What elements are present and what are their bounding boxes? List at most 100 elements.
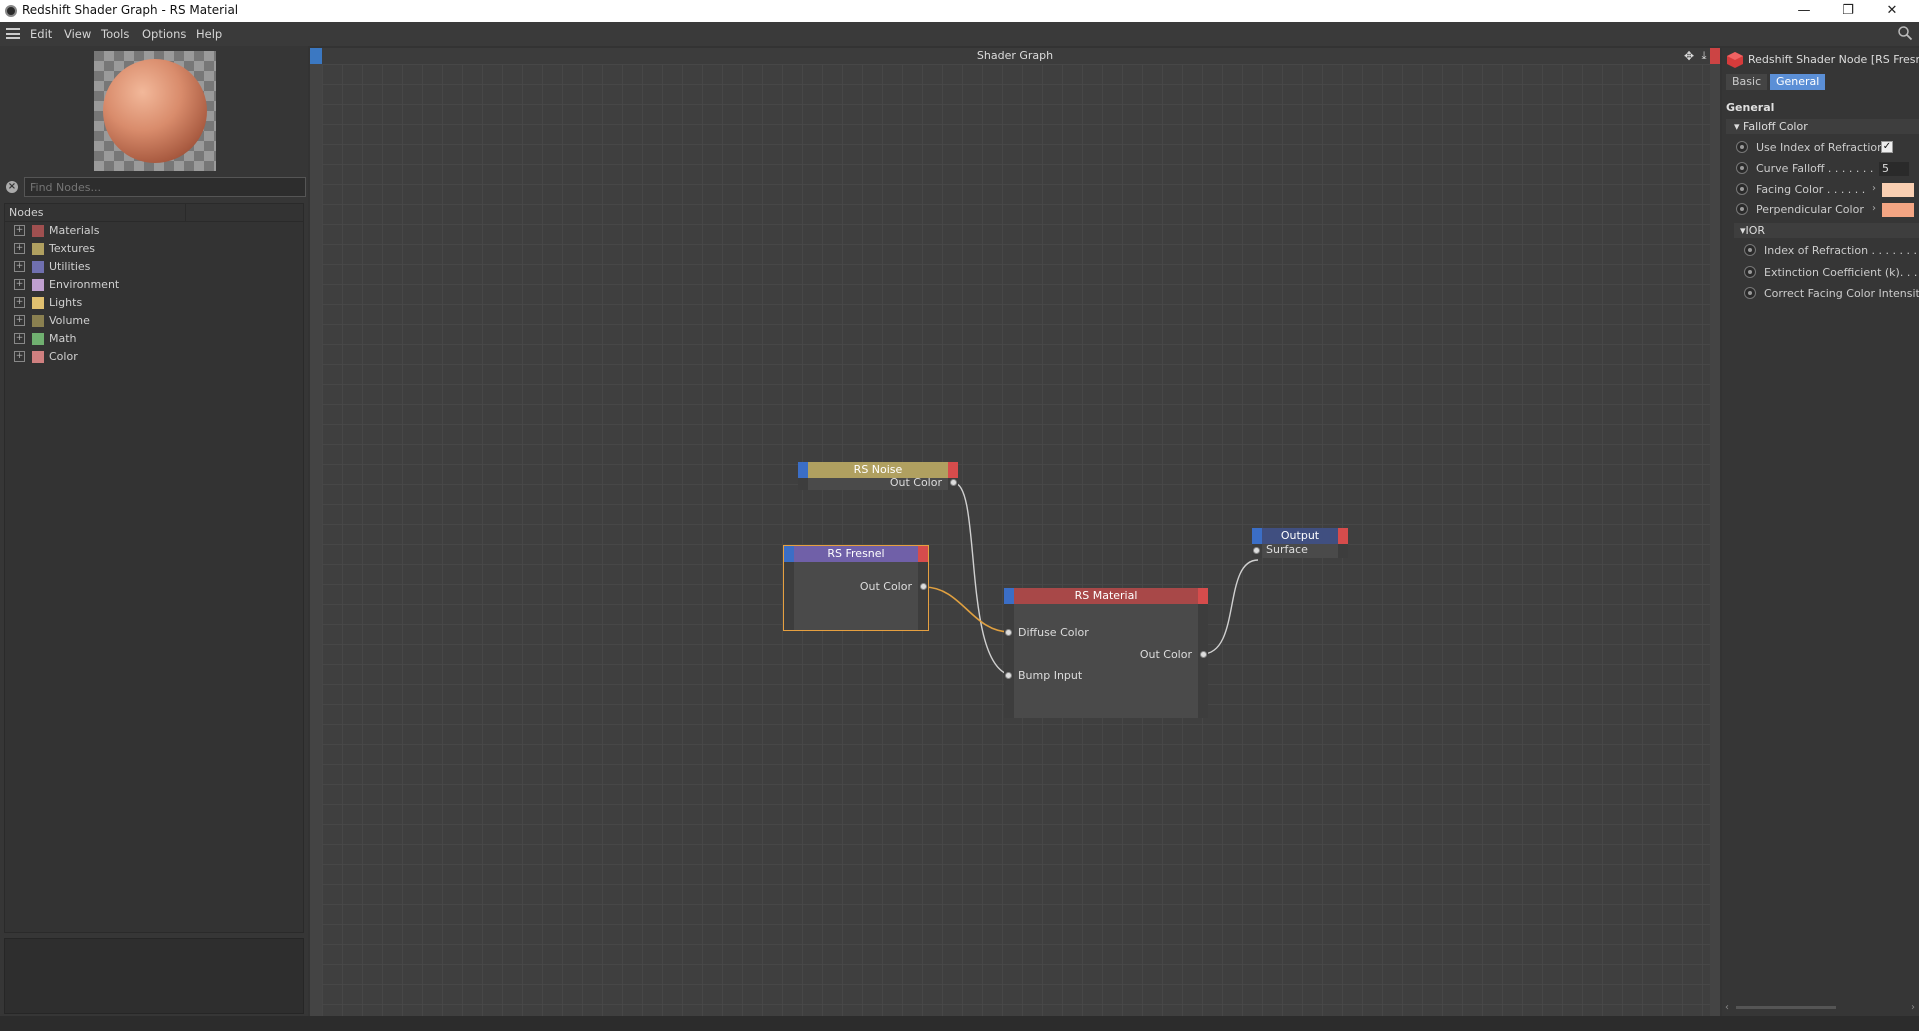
tree-item-color[interactable]: + Color [5,348,303,366]
expand-icon[interactable]: + [14,261,25,272]
tree-item-label: Utilities [49,260,91,273]
tree-item-environment[interactable]: + Environment [5,276,303,294]
curve-falloff-input[interactable]: 5 [1879,162,1909,176]
perp-color-animate-icon[interactable] [1736,203,1748,215]
category-color-icon [32,225,44,237]
node-rs-noise[interactable]: RS Noise Out Color [798,462,958,490]
node-rs-material[interactable]: RS Material Diffuse Color Bump Input Out… [1004,588,1208,718]
correct-facing-animate-icon[interactable] [1744,287,1756,299]
graph-title: Shader Graph [976,49,1054,62]
tree-item-lights[interactable]: + Lights [5,294,303,312]
node-output[interactable]: Output Surface [1252,528,1348,558]
minimize-button[interactable]: — [1782,1,1826,21]
facing-color-swatch[interactable] [1882,183,1914,197]
noise-out-port[interactable] [950,479,957,486]
node-rs-noise-title: RS Noise [853,463,903,476]
category-color-icon [32,297,44,309]
tree-item-textures[interactable]: + Textures [5,240,303,258]
perp-color-expand-icon[interactable]: › [1872,203,1876,214]
pin-icon[interactable]: ⤓ [1698,49,1710,63]
wire-material-to-output [1201,559,1259,655]
graph-tab-handle[interactable] [310,48,322,64]
fresnel-out-label: Out Color [859,580,912,593]
search-icon[interactable] [1897,25,1913,41]
find-nodes-input[interactable] [24,177,306,197]
tree-item-utilities[interactable]: + Utilities [5,258,303,276]
node-output-title: Output [1280,529,1320,542]
facing-color-animate-icon[interactable] [1736,183,1748,195]
material-preview[interactable] [94,51,216,171]
shader-graph-panel: Shader Graph ✥ ⤓ RS Noise Out Color RS F… [310,48,1720,1016]
expand-icon[interactable]: + [14,333,25,344]
tree-item-materials[interactable]: + Materials [5,222,303,240]
clear-search-icon[interactable]: × [6,181,18,193]
tree-item-label: Materials [49,224,100,237]
tree-header-nodes: Nodes [9,206,44,219]
title-bar: Redshift Shader Graph - RS Material — ❐ … [0,0,1919,22]
tree-item-math[interactable]: + Math [5,330,303,348]
wire-fresnel-to-diffuse [923,586,1011,633]
extinction-animate-icon[interactable] [1744,266,1756,278]
expand-icon[interactable]: + [14,243,25,254]
material-bump-port[interactable] [1005,672,1012,679]
graph-canvas[interactable]: RS Noise Out Color RS Fresnel Out Color … [322,64,1710,1016]
use-ior-animate-icon[interactable] [1736,141,1748,153]
tree-header: Nodes [5,204,303,222]
scroll-left-icon[interactable]: ‹ [1725,1002,1729,1013]
perp-color-swatch[interactable] [1882,203,1914,217]
category-color-icon [32,279,44,291]
expand-icon[interactable]: + [14,297,25,308]
window-title: Redshift Shader Graph - RS Material [22,3,239,17]
material-out-label: Out Color [1139,648,1192,661]
move-icon[interactable]: ✥ [1682,49,1696,63]
group-falloff-color[interactable]: ▾ Falloff Color [1726,119,1919,134]
tab-basic[interactable]: Basic [1726,74,1768,90]
tree-item-label: Lights [49,296,83,309]
graph-header: Shader Graph ✥ ⤓ [310,48,1720,64]
node-rs-material-header[interactable]: RS Material [1004,588,1208,604]
redshift-node-icon [1727,52,1743,68]
menu-help[interactable]: Help [196,27,222,41]
category-color-icon [32,243,44,255]
noise-out-label: Out Color [889,476,942,489]
node-rs-fresnel-header[interactable]: RS Fresnel [784,546,928,562]
nodes-tree: Nodes + Materials + Textures + Utilities + Envi… [4,203,304,933]
node-output-header[interactable]: Output [1252,528,1348,544]
expand-icon[interactable]: + [14,225,25,236]
param-correct-facing: Correct Facing Color Intensity [1722,284,1919,302]
tree-item-label: Math [49,332,77,345]
tree-item-label: Volume [49,314,90,327]
use-ior-checkbox[interactable]: ✓ [1881,141,1893,153]
param-ior: Index of Refraction . . . . . . . [1722,241,1919,259]
close-button[interactable]: ✕ [1870,1,1914,21]
fresnel-out-port[interactable] [920,583,927,590]
restore-button[interactable]: ❐ [1826,1,1870,21]
attr-horizontal-scrollbar[interactable]: ‹ › [1722,1000,1919,1016]
hamburger-menu-icon[interactable] [6,28,20,39]
material-diffuse-port[interactable] [1005,629,1012,636]
output-surface-port[interactable] [1253,547,1260,554]
group-ior[interactable]: ▾IOR [1734,223,1919,238]
expand-icon[interactable]: + [14,351,25,362]
param-use-ior: Use Index of Refraction ✓ [1722,138,1919,156]
attribute-panel: Redshift Shader Node [RS Fresnel] Basic … [1722,48,1919,1016]
param-facing-color: Facing Color . . . . . . › [1722,180,1919,198]
menu-options[interactable]: Options [142,27,186,41]
menu-bar: Edit View Tools Options Help [0,22,1919,46]
material-out-port[interactable] [1200,651,1207,658]
expand-icon[interactable]: + [14,315,25,326]
expand-icon[interactable]: + [14,279,25,290]
tree-item-volume[interactable]: + Volume [5,312,303,330]
node-rs-fresnel[interactable]: RS Fresnel Out Color [783,545,929,631]
material-bump-label: Bump Input [1018,669,1083,682]
ior-animate-icon[interactable] [1744,244,1756,256]
menu-edit[interactable]: Edit [30,27,52,41]
scroll-right-icon[interactable]: › [1911,1002,1915,1013]
curve-falloff-animate-icon[interactable] [1736,162,1748,174]
category-color-icon [32,333,44,345]
material-diffuse-label: Diffuse Color [1018,626,1089,639]
facing-color-expand-icon[interactable]: › [1872,183,1876,194]
tab-general[interactable]: General [1770,74,1826,90]
menu-view[interactable]: View [64,27,91,41]
menu-tools[interactable]: Tools [101,27,129,41]
